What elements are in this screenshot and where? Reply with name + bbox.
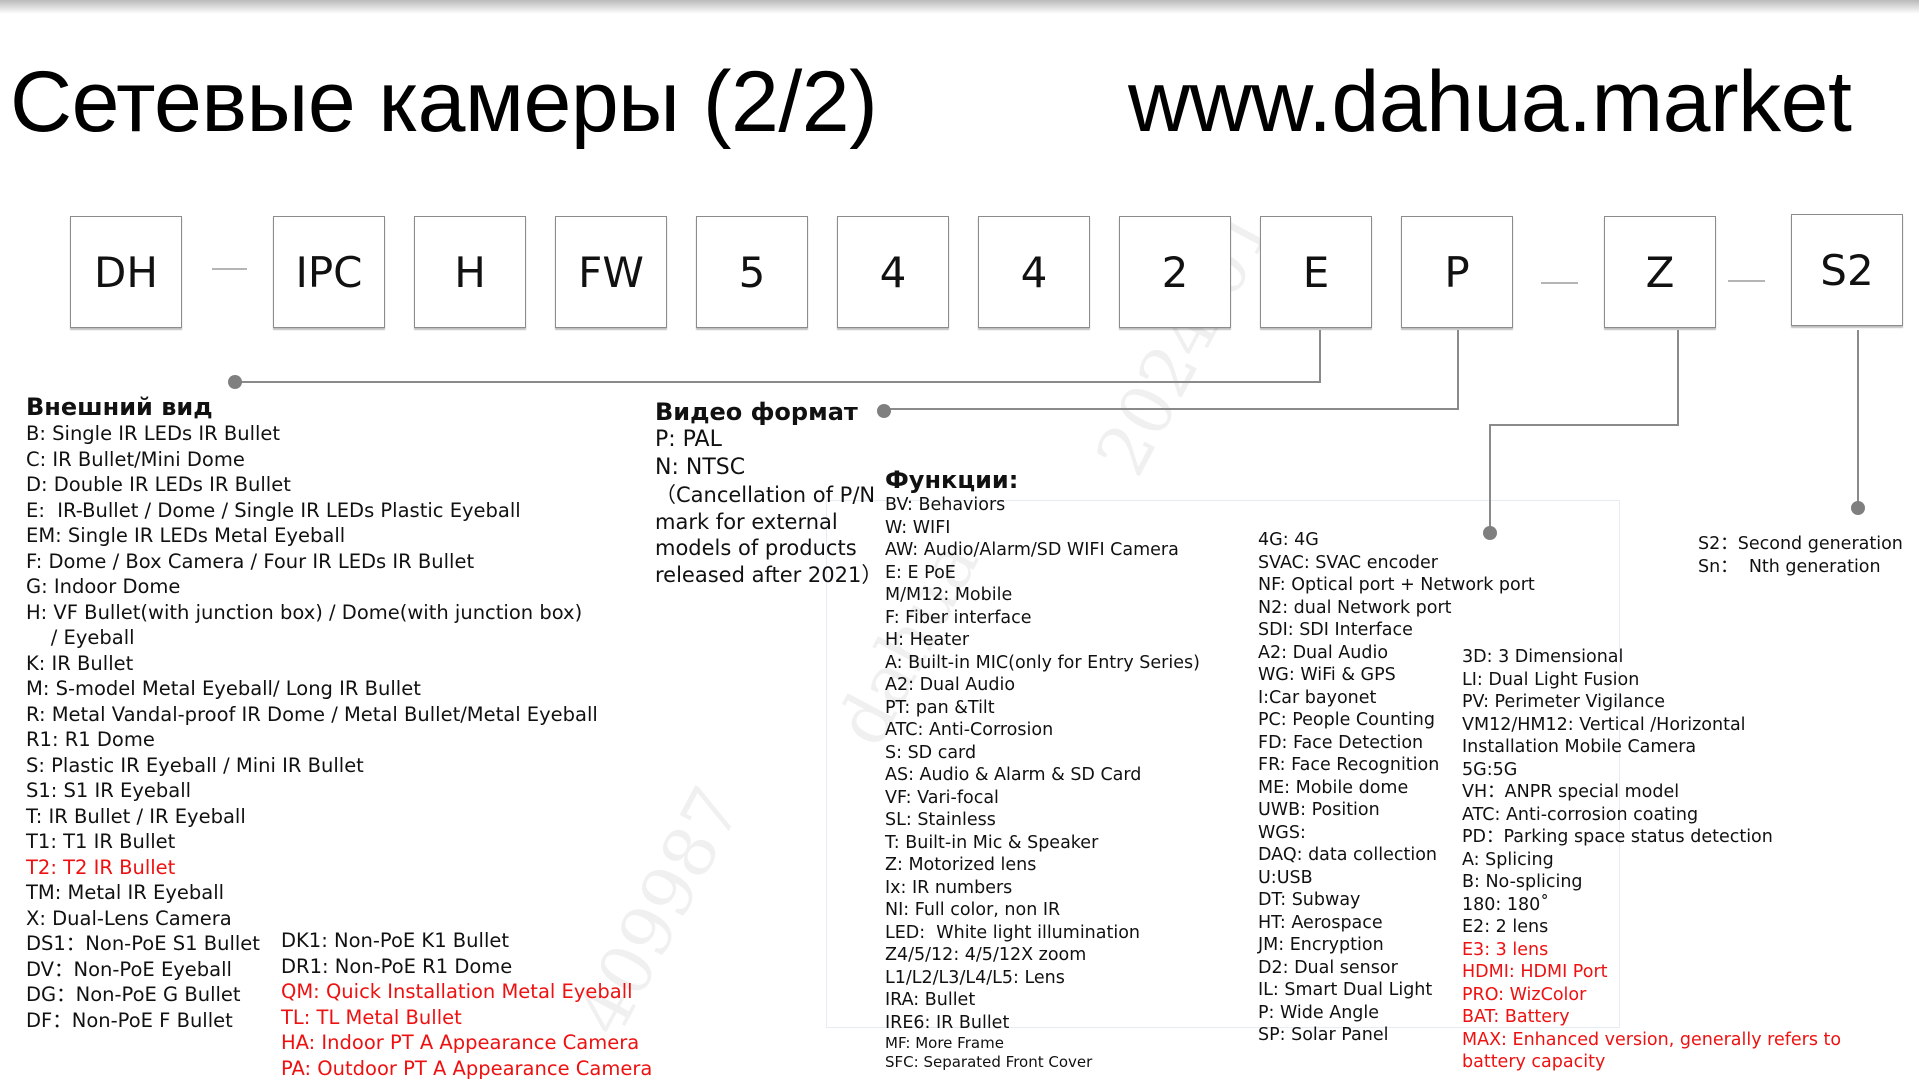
function-item: S: SD card — [885, 742, 1200, 765]
function-item: Z: Motorized lens — [885, 854, 1200, 877]
function-item: 4G: 4G — [1258, 529, 1535, 552]
function-item: BAT: Battery — [1462, 1006, 1841, 1029]
appearance-item: R: Metal Vandal-proof IR Dome / Metal Bu… — [26, 702, 598, 728]
video-format-heading: Видео формат — [655, 398, 882, 426]
function-item: 5G:5G — [1462, 759, 1841, 782]
video-format-note: released after 2021） — [655, 562, 882, 589]
functions-section: Функции: BV: BehaviorsW: WIFIAW: Audio/A… — [885, 466, 1200, 1072]
function-item: A: Built-in MIC(only for Entry Series) — [885, 652, 1200, 675]
appearance-list-col2: DK1: Non-PoE K1 BulletDR1: Non-PoE R1 Do… — [281, 928, 652, 1081]
appearance-item: TM: Metal IR Eyeball — [26, 880, 598, 906]
appearance-item: E: IR-Bullet / Dome / Single IR LEDs Pla… — [26, 498, 598, 524]
appearance-item: B: Single IR LEDs IR Bullet — [26, 421, 598, 447]
function-item: A2: Dual Audio — [885, 674, 1200, 697]
function-item: SL: Stainless — [885, 809, 1200, 832]
appearance-item: G: Indoor Dome — [26, 574, 598, 600]
appearance-item: T1: T1 IR Bullet — [26, 829, 598, 855]
function-item: PT: pan &Tilt — [885, 697, 1200, 720]
function-item: N2: dual Network port — [1258, 597, 1535, 620]
function-item: MAX: Enhanced version, generally refers … — [1462, 1029, 1841, 1052]
function-item: B: No-splicing — [1462, 871, 1841, 894]
function-item: Ix: IR numbers — [885, 877, 1200, 900]
function-item: SVAC: SVAC encoder — [1258, 552, 1535, 575]
function-item: AS: Audio & Alarm & SD Card — [885, 764, 1200, 787]
functions-col3: 3D: 3 DimensionalLI: Dual Light FusionPV… — [1462, 646, 1841, 1074]
function-item: E: E PoE — [885, 562, 1200, 585]
connector-functions — [1490, 330, 1678, 532]
function-item: IRA: Bullet — [885, 989, 1200, 1012]
appearance-item: K: IR Bullet — [26, 651, 598, 677]
appearance-heading: Внешний вид — [26, 393, 598, 421]
appearance-item: HA: Indoor PT A Appearance Camera — [281, 1030, 652, 1056]
video-format-item: N: NTSC — [655, 454, 882, 482]
function-item: H: Heater — [885, 629, 1200, 652]
appearance-item: C: IR Bullet/Mini Dome — [26, 447, 598, 473]
function-item: T: Built-in Mic & Speaker — [885, 832, 1200, 855]
appearance-item: H: VF Bullet(with junction box) / Dome(w… — [26, 600, 598, 626]
appearance-item: TL: TL Metal Bullet — [281, 1005, 652, 1031]
function-item: SDI: SDI Interface — [1258, 619, 1535, 642]
function-item: E2: 2 lens — [1462, 916, 1841, 939]
appearance-item: S1: S1 IR Eyeball — [26, 778, 598, 804]
function-item: MF: More Frame — [885, 1034, 1200, 1053]
video-format-section: Видео формат P: PAL N: NTSC （Cancellatio… — [655, 398, 882, 588]
video-format-note: models of products — [655, 535, 882, 562]
video-format-note: mark for external — [655, 509, 882, 536]
function-item: ATC: Anti-Corrosion — [885, 719, 1200, 742]
appearance-item: T: IR Bullet / IR Eyeball — [26, 804, 598, 830]
function-item: SFC: Separated Front Cover — [885, 1053, 1200, 1072]
function-item: HDMI: HDMI Port — [1462, 961, 1841, 984]
video-format-note: （Cancellation of P/N — [655, 482, 882, 509]
generation-item: Sn： Nth generation — [1698, 556, 1903, 579]
function-item: NF: Optical port + Network port — [1258, 574, 1535, 597]
function-item: PRO: WizColor — [1462, 984, 1841, 1007]
appearance-item: DR1: Non-PoE R1 Dome — [281, 954, 652, 980]
appearance-item: PA: Outdoor PT A Appearance Camera — [281, 1056, 652, 1081]
connector-dot-generation — [1851, 501, 1865, 515]
function-item: VM12/HM12: Vertical /Horizontal — [1462, 714, 1841, 737]
appearance-item: M: S-model Metal Eyeball/ Long IR Bullet — [26, 676, 598, 702]
function-item: VF: Vari-focal — [885, 787, 1200, 810]
function-item: PD：Parking space status detection — [1462, 826, 1841, 849]
function-item: IRE6: IR Bullet — [885, 1012, 1200, 1035]
function-item: PV: Perimeter Vigilance — [1462, 691, 1841, 714]
functions-col1: BV: BehaviorsW: WIFIAW: Audio/Alarm/SD W… — [885, 494, 1200, 1034]
appearance-item: / Eyeball — [26, 625, 598, 651]
function-item: L1/L2/L3/L4/L5: Lens — [885, 967, 1200, 990]
function-item: Z4/5/12: 4/5/12X zoom — [885, 944, 1200, 967]
function-item: F: Fiber interface — [885, 607, 1200, 630]
function-item: BV: Behaviors — [885, 494, 1200, 517]
functions-heading: Функции: — [885, 466, 1200, 494]
appearance-item: EM: Single IR LEDs Metal Eyeball — [26, 523, 598, 549]
function-item: W: WIFI — [885, 517, 1200, 540]
function-item: ATC: Anti-corrosion coating — [1462, 804, 1841, 827]
video-format-item: P: PAL — [655, 426, 882, 454]
function-item: Installation Mobile Camera — [1462, 736, 1841, 759]
functions-col1-small: MF: More FrameSFC: Separated Front Cover — [885, 1034, 1200, 1072]
function-item: battery capacity — [1462, 1051, 1841, 1074]
function-item: M/M12: Mobile — [885, 584, 1200, 607]
function-item: 180: 180˚ — [1462, 894, 1841, 917]
function-item: AW: Audio/Alarm/SD WIFI Camera — [885, 539, 1200, 562]
function-item: NI: Full color, non IR — [885, 899, 1200, 922]
appearance-item: F: Dome / Box Camera / Four IR LEDs IR B… — [26, 549, 598, 575]
appearance-item: T2: T2 IR Bullet — [26, 855, 598, 881]
function-item: LED: White light illumination — [885, 922, 1200, 945]
appearance-item: S: Plastic IR Eyeball / Mini IR Bullet — [26, 753, 598, 779]
connector-video-format — [884, 330, 1458, 409]
function-item: A: Splicing — [1462, 849, 1841, 872]
appearance-item: R1: R1 Dome — [26, 727, 598, 753]
appearance-item: QM: Quick Installation Metal Eyeball — [281, 979, 652, 1005]
appearance-item: D: Double IR LEDs IR Bullet — [26, 472, 598, 498]
function-item: LI: Dual Light Fusion — [1462, 669, 1841, 692]
connector-dot-appearance — [228, 375, 242, 389]
generation-section: S2：Second generationSn： Nth generation — [1698, 533, 1903, 578]
generation-item: S2：Second generation — [1698, 533, 1903, 556]
function-item: 3D: 3 Dimensional — [1462, 646, 1841, 669]
appearance-item: DK1: Non-PoE K1 Bullet — [281, 928, 652, 954]
function-item: VH：ANPR special model — [1462, 781, 1841, 804]
connector-appearance — [236, 330, 1320, 382]
function-item: E3: 3 lens — [1462, 939, 1841, 962]
